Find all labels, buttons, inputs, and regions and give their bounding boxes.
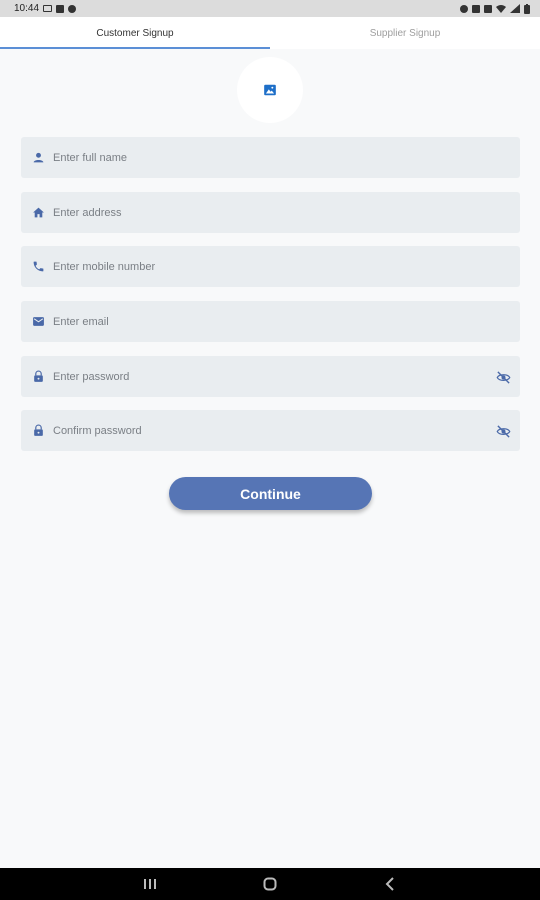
tab-customer-signup-label: Customer Signup [96, 27, 174, 39]
password-field[interactable] [21, 356, 520, 397]
status-left: 10:44 [14, 3, 77, 14]
mobile-number-field[interactable] [21, 246, 520, 287]
mail-icon [31, 315, 45, 329]
lock-icon [31, 370, 45, 384]
status-bar: 10:44 [0, 0, 540, 17]
vibrate-icon [472, 4, 480, 13]
lock-icon [31, 424, 45, 438]
whatsapp-notification-icon [68, 4, 77, 13]
signal-icon [510, 4, 520, 13]
home-button-icon[interactable] [260, 874, 280, 894]
status-right [460, 3, 530, 14]
system-navigation-bar [0, 868, 540, 900]
app-notification-icon [56, 4, 65, 13]
address-input[interactable] [53, 192, 520, 233]
battery-icon [524, 3, 530, 14]
person-icon [31, 151, 45, 165]
profile-image-picker[interactable] [237, 57, 303, 123]
address-field[interactable] [21, 192, 520, 233]
mute-icon [484, 4, 492, 13]
full-name-input[interactable] [53, 137, 520, 178]
status-time: 10:44 [14, 3, 40, 14]
confirm-password-field[interactable] [21, 410, 520, 451]
confirm-password-input[interactable] [53, 410, 520, 451]
recent-apps-icon[interactable] [140, 874, 160, 894]
password-input[interactable] [53, 356, 520, 397]
phone-icon [31, 260, 45, 274]
home-icon [31, 206, 45, 220]
visibility-off-icon[interactable] [495, 423, 511, 439]
visibility-off-icon[interactable] [495, 369, 511, 385]
image-icon [264, 84, 276, 96]
email-field[interactable] [21, 301, 520, 342]
signup-tabs: Customer Signup Supplier Signup [0, 17, 540, 49]
email-input[interactable] [53, 301, 520, 342]
full-name-field[interactable] [21, 137, 520, 178]
continue-button[interactable]: Continue [169, 477, 372, 510]
mobile-number-input[interactable] [53, 246, 520, 287]
tab-supplier-signup-label: Supplier Signup [369, 27, 441, 39]
wifi-icon [496, 5, 506, 13]
gallery-notification-icon [43, 5, 53, 12]
tab-supplier-signup[interactable]: Supplier Signup [270, 17, 540, 49]
alarm-icon [460, 4, 468, 13]
tab-customer-signup[interactable]: Customer Signup [0, 17, 270, 49]
back-icon[interactable] [380, 874, 400, 894]
